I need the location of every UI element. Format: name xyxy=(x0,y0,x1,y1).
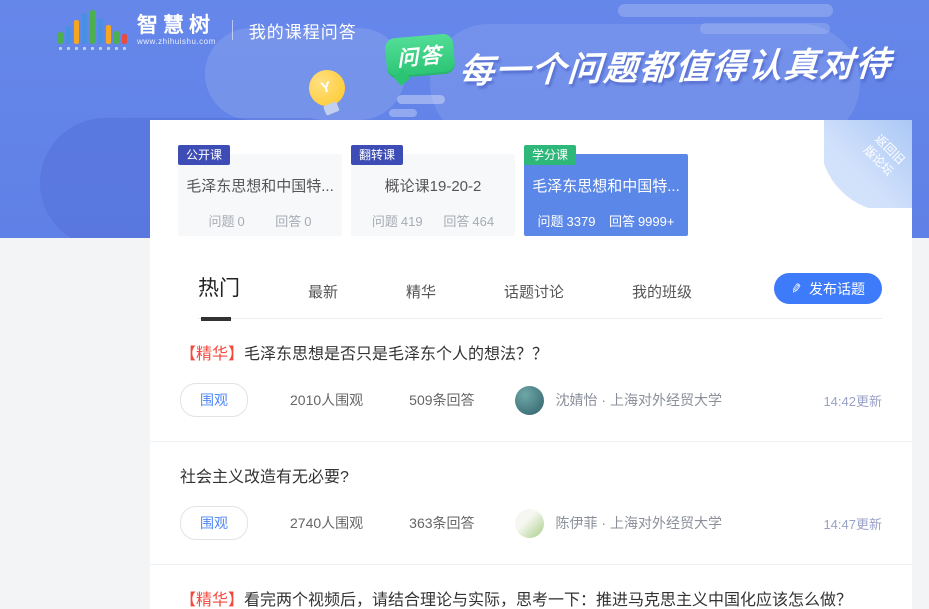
tab-my-class[interactable]: 我的班级 xyxy=(632,281,692,302)
course-stats: 问题0 回答0 xyxy=(178,211,342,230)
course-type-badge: 翻转课 xyxy=(351,145,403,165)
featured-tag: 【精华】 xyxy=(180,592,244,609)
stripe-shape xyxy=(397,95,445,104)
course-type-badge: 学分课 xyxy=(524,145,576,165)
question-count: 问题419 xyxy=(372,211,423,230)
question-title[interactable]: 社会主义改造有无必要? xyxy=(180,463,882,487)
question-list: 【精华】毛泽东思想是否只是毛泽东个人的想法？？ 围观 2010人围观 509条回… xyxy=(150,319,912,609)
watch-button[interactable]: 围观 xyxy=(180,506,248,540)
stripe-shape xyxy=(618,4,833,17)
question-title[interactable]: 【精华】看完两个视频后，请结合理论与实际，思考一下：推进马克思主义中国化应该怎么… xyxy=(180,586,882,609)
question-row: 【精华】看完两个视频后，请结合理论与实际，思考一下：推进马克思主义中国化应该怎么… xyxy=(150,565,912,609)
featured-tag: 【精华】 xyxy=(180,346,244,363)
course-type-badge: 公开课 xyxy=(178,145,230,165)
author-school: 陈伊菲 · 上海对外经贸大学 xyxy=(556,513,722,533)
updated-time: 14:47更新 xyxy=(823,514,882,533)
answer-count: 回答464 xyxy=(443,211,494,230)
watcher-count: 2740人围观 xyxy=(290,513,363,533)
tab-featured[interactable]: 精华 xyxy=(406,281,436,302)
updated-time: 14:42更新 xyxy=(823,391,882,410)
course-card-list: 公开课 毛泽东思想和中国特... 问题0 回答0 翻转课 概论课19-20-2 … xyxy=(178,154,912,236)
author-school: 沈婧怡 · 上海对外经贸大学 xyxy=(556,390,722,410)
avatar[interactable] xyxy=(515,386,544,415)
course-card-credit-selected[interactable]: 学分课 毛泽东思想和中国特... 问题3379 回答9999+ xyxy=(524,154,688,236)
reply-count: 363条回答 xyxy=(409,513,474,533)
brand-site-url: www.zhihuishu.com xyxy=(137,37,216,46)
stripe-shape xyxy=(389,109,417,117)
question-meta: 围观 2740人围观 363条回答 陈伊菲 · 上海对外经贸大学 14:47更新 xyxy=(180,506,882,540)
stripe-shape xyxy=(700,23,830,34)
course-stats: 问题3379 回答9999+ xyxy=(524,211,688,230)
main-content-card: 返回旧版论坛 公开课 毛泽东思想和中国特... 问题0 回答0 翻转课 概论课1… xyxy=(150,120,912,609)
course-card-flipped[interactable]: 翻转课 概论课19-20-2 问题419 回答464 xyxy=(351,154,515,236)
course-card-public[interactable]: 公开课 毛泽东思想和中国特... 问题0 回答0 xyxy=(178,154,342,236)
header-divider xyxy=(232,20,233,40)
course-stats: 问题419 回答464 xyxy=(351,211,515,230)
course-title: 毛泽东思想和中国特... xyxy=(178,175,342,196)
watch-button[interactable]: 围观 xyxy=(180,383,248,417)
course-title: 毛泽东思想和中国特... xyxy=(524,175,688,196)
question-title[interactable]: 【精华】毛泽东思想是否只是毛泽东个人的想法？？ xyxy=(180,340,882,364)
question-count: 问题0 xyxy=(209,211,245,230)
back-to-old-forum-ribbon[interactable]: 返回旧版论坛 xyxy=(824,120,912,208)
answer-count: 回答9999+ xyxy=(609,211,675,230)
answer-count: 回答0 xyxy=(275,211,311,230)
question-count: 问题3379 xyxy=(538,211,596,230)
course-title: 概论课19-20-2 xyxy=(351,175,515,196)
tab-hot[interactable]: 热门 xyxy=(198,272,240,302)
page-title: 我的课程问答 xyxy=(249,18,357,43)
logo-bars-icon xyxy=(58,10,127,50)
brand-name: 智慧树 xyxy=(137,14,216,37)
reply-count: 509条回答 xyxy=(409,390,474,410)
question-row: 社会主义改造有无必要? 围观 2740人围观 363条回答 陈伊菲 · 上海对外… xyxy=(150,442,912,565)
brand-text: 智慧树 www.zhihuishu.com xyxy=(137,14,216,46)
question-meta: 围观 2010人围观 509条回答 沈婧怡 · 上海对外经贸大学 14:42更新 xyxy=(180,383,882,417)
tab-newest[interactable]: 最新 xyxy=(308,281,338,302)
question-row: 【精华】毛泽东思想是否只是毛泽东个人的想法？？ 围观 2010人围观 509条回… xyxy=(150,319,912,442)
publish-topic-label: 发布话题 xyxy=(809,279,865,299)
watcher-count: 2010人围观 xyxy=(290,390,363,410)
tab-topics[interactable]: 话题讨论 xyxy=(504,281,564,302)
banner-slogan: 每一个问题都值得认真对待 xyxy=(458,36,894,93)
qa-speech-bubble-badge: 问答 xyxy=(384,33,455,79)
zhihuishu-logo[interactable]: 智慧树 www.zhihuishu.com 我的课程问答 xyxy=(58,10,357,50)
pencil-icon: ✎ xyxy=(790,280,804,298)
publish-topic-button[interactable]: ✎ 发布话题 xyxy=(774,273,882,304)
avatar[interactable] xyxy=(515,509,544,538)
